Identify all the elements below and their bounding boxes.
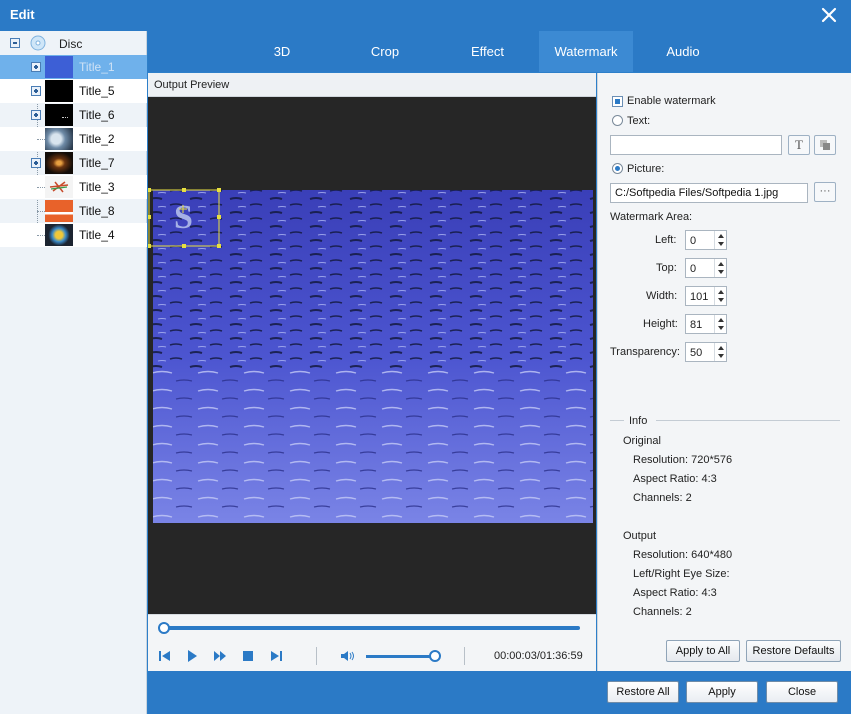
tree-item-title-4[interactable]: Title_4 xyxy=(0,223,147,247)
text-color-button[interactable] xyxy=(814,135,836,155)
tree-item-label: Title_5 xyxy=(79,84,115,98)
expand-icon[interactable] xyxy=(31,62,41,72)
apply-button[interactable]: Apply xyxy=(686,681,758,703)
width-label: Width: xyxy=(646,290,678,302)
tab-3d[interactable]: 3D xyxy=(230,31,334,72)
browse-button[interactable]: ··· xyxy=(814,182,836,202)
output-label: Output xyxy=(623,530,657,542)
seek-handle[interactable] xyxy=(158,622,170,634)
thumbnail xyxy=(45,152,73,174)
transparency-spinner[interactable]: 50 xyxy=(685,342,727,362)
tree-root-label: Disc xyxy=(59,37,83,51)
skip-forward-icon[interactable] xyxy=(269,649,283,663)
height-label: Height: xyxy=(643,318,678,330)
restore-all-button[interactable]: Restore All xyxy=(607,681,679,703)
tab-crop[interactable]: Crop xyxy=(334,31,436,72)
watermark-text-input[interactable] xyxy=(610,135,782,155)
text-radio-label: Text: xyxy=(627,115,651,127)
skip-back-icon[interactable] xyxy=(158,649,172,663)
thumbnail xyxy=(45,200,73,222)
tree-item-label: Title_3 xyxy=(79,180,115,194)
original-label: Original xyxy=(623,435,661,447)
volume-handle[interactable] xyxy=(429,650,441,662)
output-channels: Channels: 2 xyxy=(633,606,692,618)
thumbnail xyxy=(45,176,73,198)
title-tree: Disc Title_1 Title_5 Title_6 Title_2 Tit… xyxy=(0,31,147,714)
enable-watermark-label: Enable watermark xyxy=(627,95,716,107)
preview-header: Output Preview xyxy=(148,73,596,97)
tree-item-label: Title_6 xyxy=(79,108,115,122)
preview-title: Output Preview xyxy=(154,79,230,91)
restore-defaults-button[interactable]: Restore Defaults xyxy=(746,640,841,662)
output-preview: S xyxy=(148,97,596,614)
left-spinner[interactable]: 0 xyxy=(685,230,727,250)
footer-bar: Restore All Apply Close xyxy=(148,671,851,714)
transparency-label: Transparency: xyxy=(610,346,680,358)
tree-root-disc[interactable]: Disc xyxy=(0,31,147,55)
tree-item-label: Title_1 xyxy=(79,60,115,74)
output-eye-size: Left/Right Eye Size: xyxy=(633,568,730,580)
watermark-area-label: Watermark Area: xyxy=(610,211,693,223)
expand-icon[interactable] xyxy=(31,158,41,168)
tree-item-label: Title_4 xyxy=(79,228,115,242)
playback-controls: 00:00:03/01:36:59 xyxy=(148,614,596,671)
seek-bar[interactable] xyxy=(160,626,580,630)
watermark-image: S xyxy=(174,199,193,236)
info-title: Info xyxy=(629,415,648,427)
tab-bar: 3D Crop Effect Watermark Audio xyxy=(148,31,851,72)
top-spinner[interactable]: 0 xyxy=(685,258,727,278)
volume-slider[interactable] xyxy=(366,655,438,658)
tree-item-label: Title_8 xyxy=(79,204,115,218)
apply-to-all-button[interactable]: Apply to All xyxy=(666,640,740,662)
tree-item-title-8[interactable]: Title_8 xyxy=(0,199,147,223)
original-channels: Channels: 2 xyxy=(633,492,692,504)
fast-forward-icon[interactable] xyxy=(213,649,227,663)
tree-item-title-6[interactable]: Title_6 xyxy=(0,103,147,127)
picture-radio[interactable] xyxy=(612,163,623,174)
tab-effect[interactable]: Effect xyxy=(436,31,539,72)
tree-item-title-5[interactable]: Title_5 xyxy=(0,79,147,103)
title-bar: Edit xyxy=(0,0,851,31)
expand-icon[interactable] xyxy=(31,110,41,120)
tree-item-title-2[interactable]: Title_2 xyxy=(0,127,147,151)
expand-icon[interactable] xyxy=(31,86,41,96)
original-resolution: Resolution: 720*576 xyxy=(633,454,733,466)
tree-item-title-7[interactable]: Title_7 xyxy=(0,151,147,175)
play-icon[interactable] xyxy=(185,649,199,663)
height-spinner[interactable]: 81 xyxy=(685,314,727,334)
picture-path-input[interactable] xyxy=(610,183,808,203)
window-title: Edit xyxy=(10,7,35,22)
top-label: Top: xyxy=(656,262,677,274)
tree-item-label: Title_7 xyxy=(79,156,115,170)
thumbnail xyxy=(45,224,73,246)
close-button[interactable]: Close xyxy=(766,681,838,703)
volume-icon[interactable] xyxy=(340,649,356,663)
tree-item-title-3[interactable]: Title_3 xyxy=(0,175,147,199)
close-icon[interactable] xyxy=(819,5,839,25)
stop-icon[interactable] xyxy=(241,649,255,663)
disc-icon xyxy=(30,35,46,51)
thumbnail xyxy=(45,56,73,78)
output-aspect-ratio: Aspect Ratio: 4:3 xyxy=(633,587,717,599)
watermark-panel: Enable watermark Text: T Picture: ··· Wa… xyxy=(597,73,851,671)
width-spinner[interactable]: 101 xyxy=(685,286,727,306)
text-style-button[interactable]: T xyxy=(788,135,810,155)
output-resolution: Resolution: 640*480 xyxy=(633,549,733,561)
collapse-icon[interactable] xyxy=(10,38,20,48)
timecode: 00:00:03/01:36:59 xyxy=(494,650,583,662)
left-label: Left: xyxy=(655,234,677,246)
tab-audio[interactable]: Audio xyxy=(633,31,733,72)
picture-radio-label: Picture: xyxy=(627,163,665,175)
color-swatch-icon xyxy=(820,140,830,150)
thumbnail xyxy=(45,104,73,126)
tab-watermark[interactable]: Watermark xyxy=(539,31,633,72)
enable-watermark-checkbox[interactable] xyxy=(612,96,623,107)
tree-item-label: Title_2 xyxy=(79,132,115,146)
text-radio[interactable] xyxy=(612,115,623,126)
thumbnail xyxy=(45,80,73,102)
thumbnail xyxy=(45,128,73,150)
tree-item-title-1[interactable]: Title_1 xyxy=(0,55,147,79)
video-frame: S xyxy=(148,188,593,523)
original-aspect-ratio: Aspect Ratio: 4:3 xyxy=(633,473,717,485)
